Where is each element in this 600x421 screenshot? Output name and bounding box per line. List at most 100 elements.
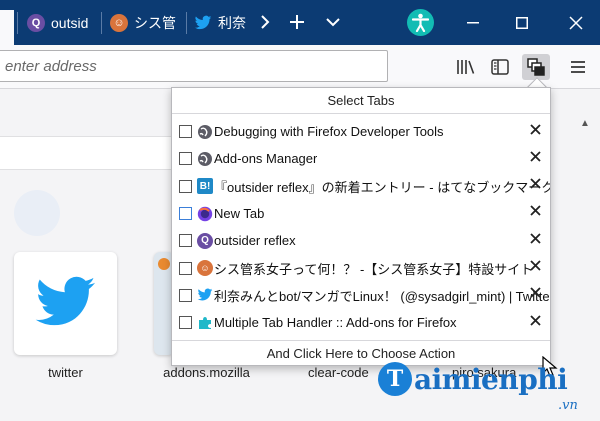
watermark-brand: aimienphi [414,362,568,396]
tab-separator [17,12,18,34]
tab-twitter[interactable]: 利奈 [194,0,256,45]
tab-checkbox[interactable] [179,288,192,302]
close-tab-button[interactable] [528,313,542,327]
new-tab-button[interactable] [283,8,311,36]
select-tabs-panel: Select Tabs Debugging with Firefox Devel… [171,87,551,366]
plus-icon [290,15,304,29]
tile-label-clear-code: clear-code [308,365,369,380]
tab-checkbox[interactable] [179,316,192,330]
tab-title: 利奈みんとbot/マンガでLinux！ (@sysadgirl_mint) | … [214,288,550,304]
watermark-logo: T aimienphi [378,362,568,396]
tab-separator [101,12,102,34]
library-icon [457,60,475,74]
list-item[interactable]: 利奈みんとbot/マンガでLinux！ (@sysadgirl_mint) | … [172,282,550,309]
twitter-bird-icon [197,287,213,303]
multiple-tab-handler-icon [527,58,545,76]
close-icon [529,260,541,271]
close-tab-button[interactable] [528,177,542,191]
accessibility-account-button[interactable] [407,9,434,36]
firefox-logo-faded [14,190,60,236]
address-bar[interactable] [0,50,388,82]
puzzle-icon [197,315,213,331]
hatena-bookmark-icon: B! [197,178,213,195]
close-icon [529,123,541,135]
library-button[interactable] [452,54,480,80]
twitter-bird-icon [194,14,212,32]
list-all-tabs-button[interactable] [319,8,347,36]
list-item[interactable]: ☺ シス管系女子って何！？ -【シス管系女子】特設サイト [172,254,550,281]
sysadgirl-avatar-icon: ☺ [197,260,213,277]
tab-label: シス管 [134,14,176,31]
list-item[interactable]: B! 『outsider reflex』の新着エントリー - はてなブックマーク [172,173,550,200]
close-icon [529,287,541,298]
chevron-right-icon [261,15,270,29]
close-tab-button[interactable] [528,231,542,245]
addons-thumbnail [158,258,170,270]
outsider-reflex-icon: Q [197,232,213,249]
navigation-toolbar [0,45,600,89]
minimize-button[interactable] [458,8,488,38]
sysadgirl-avatar-icon: ☺ [110,13,128,32]
sidebar-icon [491,59,509,75]
watermark-initial: T [378,362,412,396]
close-icon [529,205,541,217]
panel-title: Select Tabs [172,88,550,114]
tab-list: Debugging with Firefox Developer Tools A… [172,118,550,336]
tab-title: Debugging with Firefox Developer Tools [214,124,444,140]
tab-label: outsid [51,14,89,31]
firefox-icon [197,206,213,222]
close-icon [569,16,583,30]
scroll-up-arrow[interactable]: ▲ [580,118,590,129]
multiple-tab-handler-button[interactable] [522,54,550,80]
tab-scroll-right-button[interactable] [251,8,279,36]
sidebar-button[interactable] [486,54,514,80]
close-icon [529,233,541,244]
url-input[interactable] [0,51,387,81]
list-item[interactable]: Debugging with Firefox Developer Tools [172,118,550,145]
twitter-bird-icon [35,276,96,326]
close-tab-button[interactable] [528,204,542,218]
web-search-box[interactable] [0,136,175,170]
minimize-icon [467,22,479,24]
accessibility-icon [412,13,429,32]
maximize-button[interactable] [507,8,537,38]
list-item[interactable]: Add-ons Manager [172,145,550,172]
tab-outsider-reflex[interactable]: Q outsid [27,0,97,45]
tab-checkbox[interactable] [179,261,192,275]
close-tab-button[interactable] [528,122,542,136]
active-tab-edge[interactable] [0,10,14,45]
close-tab-button[interactable] [528,286,542,300]
watermark-suffix: .vn [558,398,578,413]
globe-icon [197,124,213,140]
close-icon [529,178,541,189]
list-item[interactable]: Multiple Tab Handler :: Add-ons for Fire… [172,309,550,336]
close-tab-button[interactable] [528,149,542,163]
tab-checkbox[interactable] [179,125,192,139]
tab-checkbox[interactable] [179,179,192,193]
tile-label-addons: addons.mozilla [163,365,250,380]
close-window-button[interactable] [561,8,591,38]
close-icon [529,151,541,162]
close-icon [529,314,541,326]
top-site-tile-twitter[interactable] [14,252,117,355]
tab-checkbox[interactable] [179,152,192,166]
tab-title: シス管系女子って何！？ -【シス管系女子】特設サイト [214,261,534,277]
maximize-icon [516,17,528,29]
list-item[interactable]: New Tab [172,200,550,227]
outsider-reflex-icon: Q [27,13,45,32]
tab-title: New Tab [214,206,265,222]
close-tab-button[interactable] [528,258,542,272]
tab-checkbox[interactable] [179,234,192,248]
tab-sysadgirl[interactable]: ☺ シス管 [110,0,184,45]
tab-title: Add-ons Manager [214,151,318,167]
chevron-down-icon [326,18,340,27]
tile-label-twitter: twitter [48,365,83,380]
tab-title: 『outsider reflex』の新着エントリー - はてなブックマーク [214,179,550,195]
tab-strip: Q outsid ☺ シス管 利奈 [0,0,600,45]
hamburger-menu-icon [571,61,585,73]
tab-separator [186,12,187,34]
list-item[interactable]: Q outsider reflex [172,227,550,254]
globe-icon [197,151,213,167]
open-menu-button[interactable] [564,54,592,80]
tab-checkbox[interactable] [179,207,192,221]
